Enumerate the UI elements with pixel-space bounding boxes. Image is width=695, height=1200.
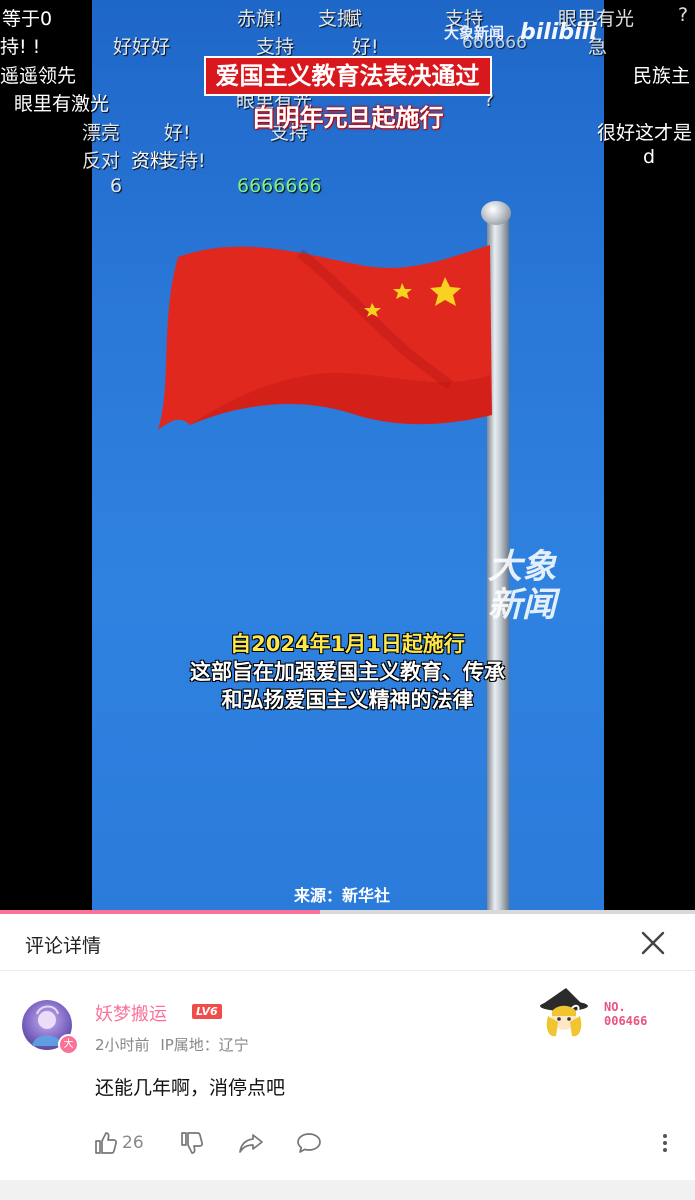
- user-level-badge: LV6: [192, 1004, 222, 1019]
- comment-ip-location: IP属地：辽宁: [160, 1036, 249, 1054]
- caption-line: 和弘扬爱国主义精神的法律: [221, 688, 474, 712]
- fan-badge-number: NO. 006466: [604, 1000, 647, 1028]
- danmaku-comment: 支持!: [160, 150, 206, 172]
- video-caption: 自2024年1月1日起施行 这部旨在加强爱国主义教育、传承 和弘扬爱国主义精神的…: [0, 630, 695, 714]
- video-source: 来源：新华社: [294, 886, 391, 905]
- close-icon[interactable]: [638, 928, 668, 958]
- video-player[interactable]: 等于0 赤旗! 支持 赋 支持 眼里有光 ? 持! ! 好好好 支持 好! 66…: [0, 0, 695, 912]
- channel-logo: 大象 新闻: [488, 548, 556, 624]
- caption-line: 这部旨在加强爱国主义教育、传承: [190, 660, 505, 684]
- danmaku-comment: 等于0: [2, 8, 53, 30]
- danmaku-comment: 好!: [352, 36, 379, 58]
- danmaku-comment: 赤旗!: [237, 8, 283, 30]
- fan-badge-character: [540, 988, 588, 1037]
- fan-badge: NO. 006466: [536, 986, 661, 1044]
- danmaku-comment: 赋: [343, 8, 363, 30]
- comment-text: 还能几年啊，消停点吧: [95, 1077, 286, 1099]
- fan-badge-label: NO.: [604, 1000, 626, 1014]
- share-icon: [239, 1134, 263, 1153]
- like-button[interactable]: 26: [94, 1128, 144, 1158]
- danmaku-comment: d: [643, 146, 656, 168]
- caption-date: 自2024年1月1日起施行: [230, 632, 465, 656]
- danmaku-comment: 支持: [256, 36, 295, 58]
- danmaku-comment: 好好好: [113, 36, 171, 58]
- danmaku-comment: 6666666: [237, 175, 322, 197]
- more-vertical-icon[interactable]: [658, 1128, 672, 1158]
- headline-subtitle: 自明年元旦起施行: [251, 104, 444, 132]
- danmaku-comment: 持! !: [0, 36, 41, 58]
- bottom-divider: [0, 1180, 695, 1200]
- comment-time: 2小时前: [95, 1036, 150, 1054]
- share-button[interactable]: [238, 1128, 264, 1158]
- comment-actions: 26: [0, 1128, 695, 1158]
- thumbs-down-icon: [181, 1132, 203, 1154]
- danmaku-comment: 6: [110, 175, 123, 197]
- panel-title: 评论详情: [25, 935, 102, 957]
- danmaku-comment: ?: [678, 4, 689, 26]
- dislike-button[interactable]: [180, 1128, 204, 1158]
- headline-banner: 爱国主义教育法表决通过: [0, 56, 695, 96]
- flag-image: [158, 245, 492, 430]
- flagpole-finial: [481, 201, 511, 225]
- like-count: 26: [122, 1133, 144, 1153]
- comment-username[interactable]: 妖梦搬运: [95, 1000, 167, 1026]
- channel-watermark: 大象新闻: [444, 24, 505, 42]
- avatar[interactable]: 大: [22, 1000, 79, 1055]
- channel-logo-line1: 大象: [488, 547, 556, 587]
- panel-header: 评论详情: [0, 914, 695, 971]
- fan-badge-value: 006466: [604, 1014, 648, 1028]
- reply-button[interactable]: [296, 1128, 322, 1158]
- channel-logo-line2: 新闻: [488, 585, 556, 625]
- thumbs-up-icon: [95, 1132, 117, 1154]
- comment-icon: [297, 1133, 321, 1153]
- comment-meta: 2小时前 IP属地：辽宁: [95, 1034, 249, 1055]
- bilibili-logo: bilibili: [520, 20, 597, 45]
- comment-detail-panel: 评论详情 大 妖梦搬运 LV6 NO. 006466 2小时前 IP属地：辽宁 …: [0, 914, 695, 1200]
- danmaku-comment: 反对: [82, 150, 121, 172]
- avatar-badge: 大: [58, 1034, 79, 1055]
- headline-title: 爱国主义教育法表决通过: [203, 56, 492, 96]
